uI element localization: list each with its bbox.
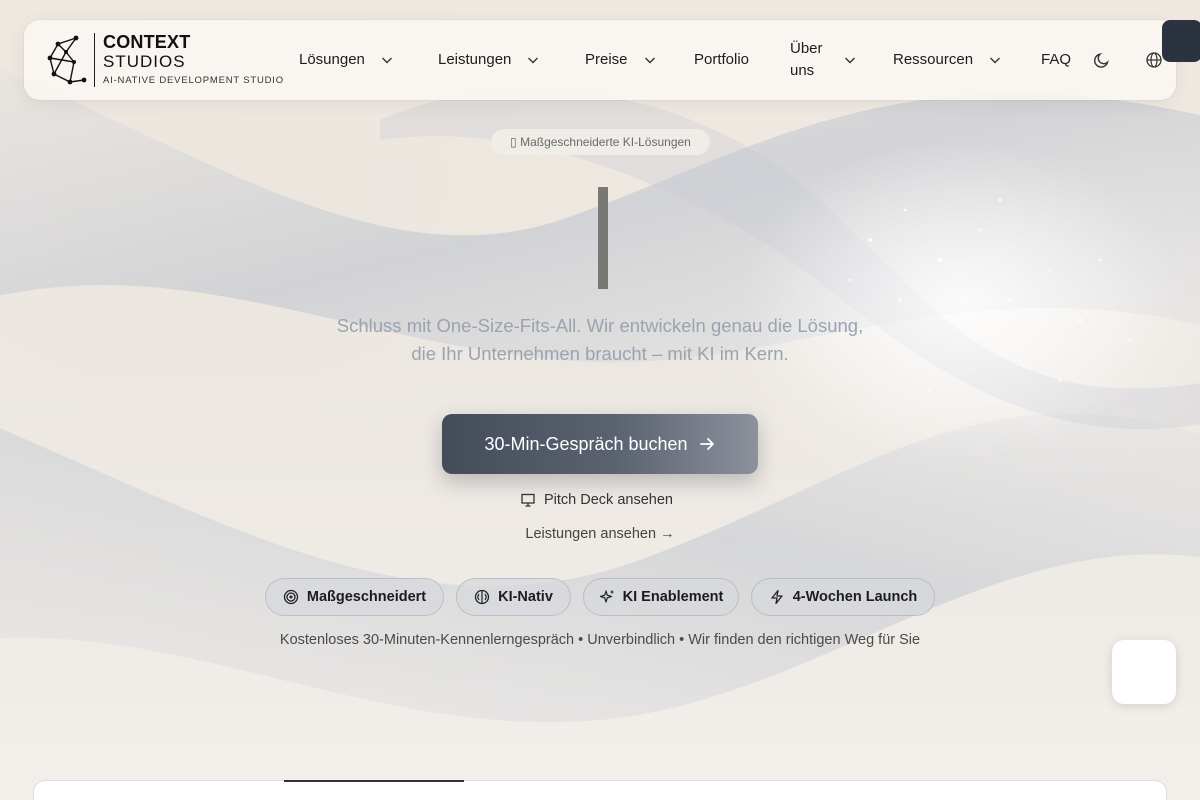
nav-item-label: Über uns [790,40,823,79]
section-accent-line [284,780,464,782]
nav-item-loesungen[interactable]: Lösungen [299,49,395,71]
chip-massgeschneidert: Maßgeschneidert [265,578,444,616]
floating-widget[interactable] [1112,640,1176,704]
brand-name-line2: STUDIOS [103,51,186,71]
book-call-label: 30-Min-Gespräch buchen [484,433,688,454]
nav-item-leistungen[interactable]: Leistungen [438,49,541,71]
hero-background [0,0,1200,800]
chip-label: 4-Wochen Launch [792,589,918,605]
nav-item-preise[interactable]: Preise [585,49,658,71]
hero-subtitle: Schluss mit One-Size-Fits-All. Wir entwi… [336,315,864,364]
chip-label: KI-Nativ [498,589,553,605]
header-cta-button[interactable] [1162,20,1200,62]
logo-divider [94,33,95,87]
chevron-down-icon [845,57,855,64]
brand-wordmark: CONTEXT STUDIOS AI-NATIVE DEVELOPMENT ST… [103,32,284,89]
brand-logo-mark-icon [47,35,87,85]
nav-item-faq[interactable]: FAQ [1041,49,1071,71]
services-link[interactable]: Leistungen ansehen → [500,526,700,542]
zap-icon [771,589,783,605]
pitch-deck-link[interactable]: Pitch Deck ansehen [520,490,673,510]
nav-item-label: Lösungen [299,51,365,68]
chevron-down-icon [990,57,1001,64]
nav-item-ueber-uns[interactable]: Über uns [790,38,858,82]
sparkles-icon [599,590,614,603]
hero-footnote: Kostenloses 30-Minuten-Kennenlerngespräc… [279,632,921,648]
nav-item-label: Leistungen [438,51,512,68]
nav-item-label: Portfolio [694,51,750,68]
chevron-down-icon [644,57,655,64]
moon-icon[interactable] [1092,50,1112,70]
nav-item-ressourcen[interactable]: Ressourcen [893,49,1003,71]
nav-item-portfolio[interactable]: Portfolio [694,49,749,71]
chip-label: Maßgeschneidert [306,589,427,605]
nav-item-label: Ressourcen [893,51,974,68]
brand-name-line1: CONTEXT [103,31,191,52]
chip-label: KI Enablement [622,589,724,605]
brain-icon [474,589,490,605]
target-icon [283,589,299,605]
chevron-down-icon [528,57,539,64]
globe-icon[interactable] [1144,50,1164,70]
site-header: CONTEXT STUDIOS AI-NATIVE DEVELOPMENT ST… [24,20,1176,100]
pitch-deck-label: Pitch Deck ansehen [544,492,673,508]
chip-ki-enablement: KI Enablement [583,578,739,616]
brand-logo[interactable]: CONTEXT STUDIOS AI-NATIVE DEVELOPMENT ST… [44,32,284,88]
next-section-card [33,780,1167,800]
nav-item-label: FAQ [1041,51,1072,68]
hero-badge: ▯ Maßgeschneiderte KI-Lösungen [491,129,710,155]
nav-item-label: Preise [585,51,628,68]
brand-tagline: AI-NATIVE DEVELOPMENT STUDIO [103,74,284,86]
typewriter-cursor [598,187,608,289]
book-call-button[interactable]: 30-Min-Gespräch buchen [442,414,758,474]
chip-4-wochen-launch: 4-Wochen Launch [751,578,935,616]
presentation-icon [521,493,535,507]
chip-ki-nativ: KI-Nativ [456,578,571,616]
arrow-right-icon [699,438,714,450]
chevron-down-icon [381,57,392,64]
hero-badge-label: ▯ Maßgeschneiderte KI-Lösungen [510,135,691,149]
